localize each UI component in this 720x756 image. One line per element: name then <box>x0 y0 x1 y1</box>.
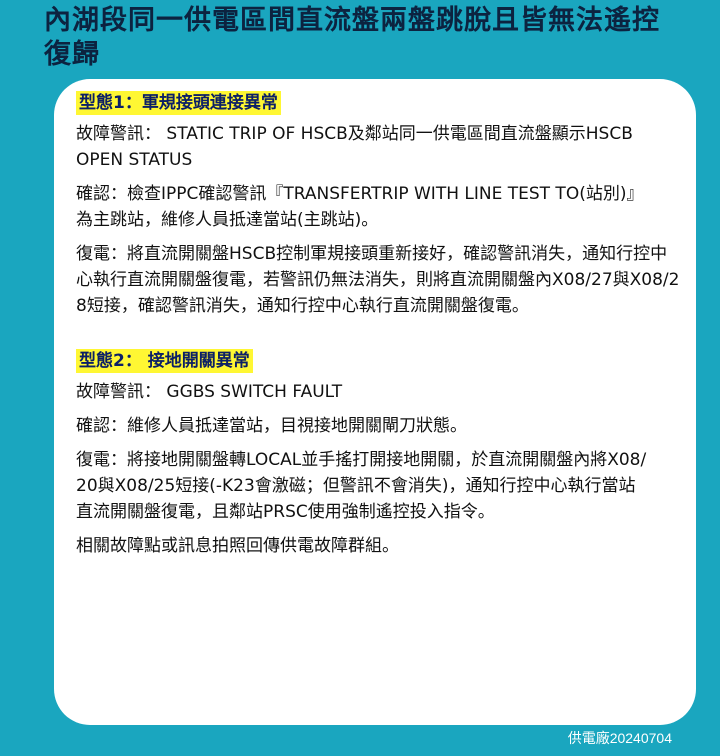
fault-alarm-text: 故障警訊： STATIC TRIP OF HSCB及鄰站同一供電區間直流盤顯示H… <box>76 124 633 170</box>
section-heading: 型態2： 接地開關異常 <box>76 349 253 373</box>
content-card: 型態1：軍規接頭連接異常 故障警訊： STATIC TRIP OF HSCB及鄰… <box>54 79 696 725</box>
confirm-text: 確認：檢查IPPC確認警訊『TRANSFERTRIP WITH LINE TES… <box>76 184 644 230</box>
restore-text: 復電：將接地開關盤轉LOCAL並手搖打開接地開關，於直流開關盤內將X08/20與… <box>76 450 647 522</box>
signature-date: 供電廠20240704 <box>567 730 672 746</box>
confirm-text: 確認：維修人員抵達當站，目視接地開關閘刀狀態。 <box>76 416 467 436</box>
fault-alarm-text: 故障警訊： GGBS SWITCH FAULT <box>76 382 343 402</box>
section-type-1: 型態1：軍規接頭連接異常 故障警訊： STATIC TRIP OF HSCB及鄰… <box>76 91 686 319</box>
footer-note: 相關故障點或訊息拍照回傳供電故障群組。 <box>76 536 399 556</box>
page-title: 內湖段同一供電區間直流盤兩盤跳脫且皆無法遙控復歸 <box>44 5 660 70</box>
restore-text: 復電：將直流開關盤HSCB控制軍規接頭重新接好，確認警訊消失，通知行控中心執行直… <box>76 244 680 316</box>
section-type-2: 型態2： 接地開關異常 故障警訊： GGBS SWITCH FAULT 確認：維… <box>76 349 686 525</box>
section-heading: 型態1：軍規接頭連接異常 <box>76 91 281 115</box>
